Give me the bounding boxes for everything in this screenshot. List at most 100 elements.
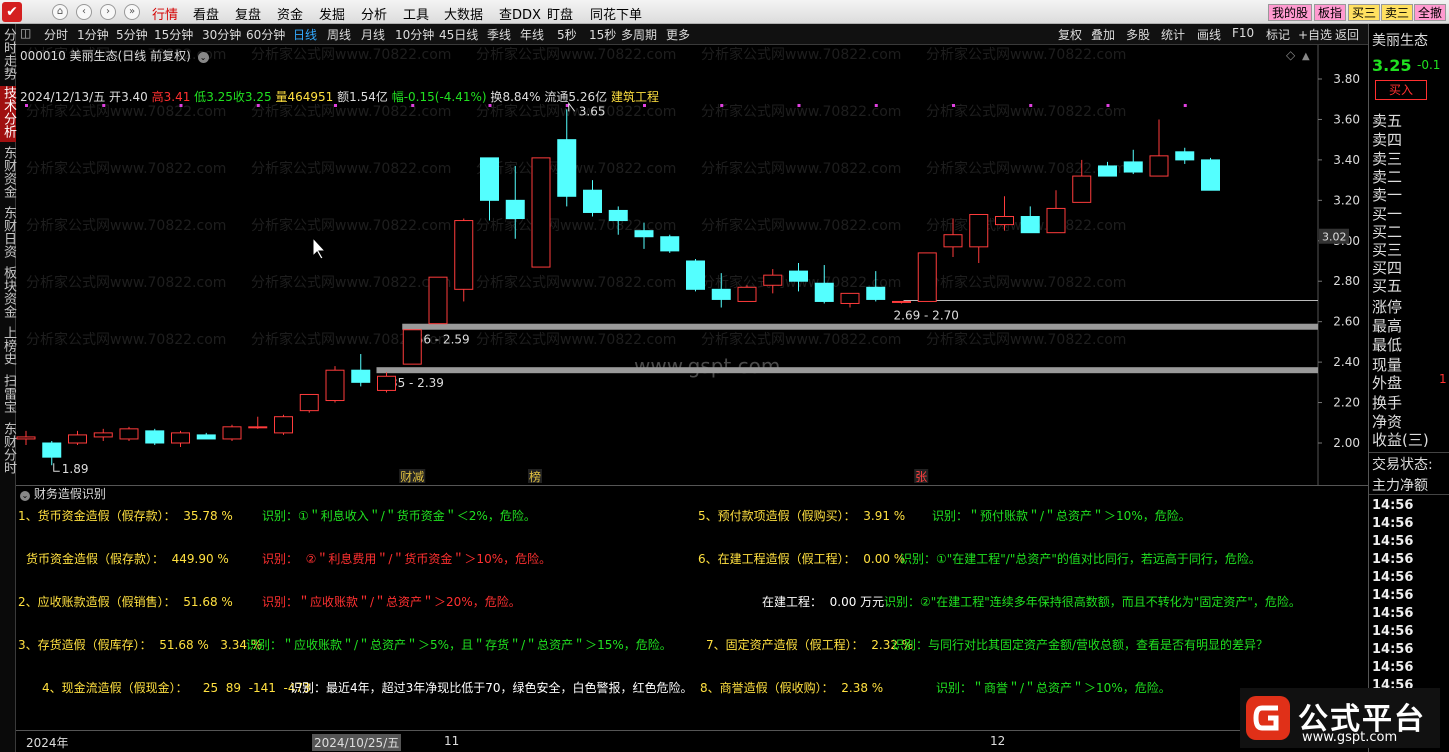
left-tab-6[interactable]: 扫雷宝 — [0, 374, 16, 418]
quick-button-2[interactable]: 买三 — [1348, 4, 1381, 21]
quick-button-0[interactable]: 我的股 — [1268, 4, 1313, 21]
candle-body[interactable] — [917, 252, 937, 302]
candle-body[interactable] — [1098, 165, 1117, 177]
forward-icon[interactable]: › — [100, 4, 116, 20]
period-item-12[interactable]: 年线 — [520, 26, 544, 43]
candle-body[interactable] — [634, 230, 654, 238]
signal-tag[interactable]: 财减 — [400, 470, 424, 484]
period-item-15[interactable]: 多周期 — [621, 26, 657, 43]
candle-body[interactable] — [222, 426, 242, 440]
candle-body[interactable] — [557, 139, 577, 197]
candle-body[interactable] — [248, 426, 268, 429]
period-item-16[interactable]: 更多 — [666, 26, 690, 43]
candle-body[interactable] — [119, 428, 139, 440]
candle-body[interactable] — [608, 209, 628, 222]
candle-body[interactable] — [1046, 207, 1066, 234]
candle-body[interactable] — [1201, 159, 1220, 191]
chart-tool-7[interactable]: +自选 — [1298, 26, 1332, 43]
menu-item-1[interactable]: 看盘 — [193, 4, 219, 23]
left-tab-0[interactable]: 分时走势 — [0, 28, 16, 84]
candle-body[interactable] — [531, 157, 551, 268]
candle-body[interactable] — [480, 157, 499, 201]
chart-tool-3[interactable]: 统计 — [1161, 26, 1185, 43]
candle-body[interactable] — [402, 329, 422, 365]
candle-body[interactable] — [995, 216, 1014, 226]
candle-body[interactable] — [814, 282, 834, 302]
candle-body[interactable] — [943, 234, 963, 248]
back-icon[interactable]: ‹ — [76, 4, 92, 20]
diamond-icon[interactable]: ◇ — [1286, 48, 1296, 62]
left-tab-5[interactable]: 上榜史 — [0, 326, 16, 370]
period-item-6[interactable]: 日线 — [293, 26, 317, 43]
chart-tool-6[interactable]: 标记 — [1266, 26, 1290, 43]
scroll-up-icon[interactable]: ▲ — [1302, 51, 1310, 62]
period-item-4[interactable]: 30分钟 — [202, 26, 241, 43]
candle-body[interactable] — [16, 436, 36, 440]
period-item-11[interactable]: 季线 — [487, 26, 511, 43]
candle-body[interactable] — [1020, 216, 1040, 234]
kline-chart[interactable]: 3.803.603.403.203.002.802.602.402.202.00… — [16, 45, 1368, 485]
candle-body[interactable] — [325, 369, 345, 402]
chart-tool-8[interactable]: 返回 — [1335, 26, 1359, 43]
menu-item-5[interactable]: 分析 — [361, 4, 387, 23]
candle-body[interactable] — [93, 432, 113, 438]
period-item-0[interactable]: 分时 — [44, 26, 68, 43]
candle-body[interactable] — [737, 286, 757, 302]
menu-item-7[interactable]: 大数据 — [444, 4, 483, 23]
sector-label[interactable]: 建筑工程 — [611, 90, 659, 104]
settings-dropdown-icon[interactable]: ⌄ — [197, 52, 209, 63]
toolbar-toggle-icon[interactable]: ◫ — [20, 26, 31, 40]
candle-body[interactable] — [196, 434, 216, 440]
refresh-icon[interactable]: » — [124, 4, 140, 20]
candle-body[interactable] — [789, 270, 808, 282]
candle-body[interactable] — [377, 375, 396, 391]
candle-body[interactable] — [42, 442, 62, 458]
left-tab-1[interactable]: 技术分析 — [0, 86, 16, 142]
candle-body[interactable] — [660, 236, 680, 252]
menu-item-3[interactable]: 资金 — [277, 4, 303, 23]
candle-body[interactable] — [840, 292, 860, 304]
home-icon[interactable]: ⌂ — [52, 4, 68, 20]
candle-body[interactable] — [1149, 155, 1169, 177]
candle-body[interactable] — [145, 430, 165, 444]
candle-body[interactable] — [299, 393, 319, 412]
chart-tool-4[interactable]: 画线 — [1197, 26, 1221, 43]
candle-body[interactable] — [1123, 161, 1143, 173]
candle-body[interactable] — [763, 274, 783, 286]
period-item-3[interactable]: 15分钟 — [154, 26, 193, 43]
quick-button-3[interactable]: 卖三 — [1381, 4, 1414, 21]
quick-button-1[interactable]: 板指 — [1314, 4, 1347, 21]
period-item-5[interactable]: 60分钟 — [246, 26, 285, 43]
signal-tag[interactable]: 榜 — [529, 469, 541, 484]
candle-body[interactable] — [866, 286, 886, 300]
period-item-8[interactable]: 月线 — [361, 26, 385, 43]
menu-item-9[interactable]: 盯盘 — [547, 4, 573, 23]
period-item-14[interactable]: 15秒 — [589, 26, 616, 43]
signal-tag[interactable]: 张 — [915, 470, 927, 484]
candle-body[interactable] — [583, 189, 602, 213]
candle-body[interactable] — [1072, 175, 1092, 203]
menu-item-2[interactable]: 复盘 — [235, 4, 261, 23]
chart-tool-5[interactable]: F10 — [1232, 26, 1254, 40]
quick-button-4[interactable]: 全撤 — [1414, 4, 1447, 21]
menu-item-6[interactable]: 工具 — [403, 4, 429, 23]
left-tab-7[interactable]: 东财分时 — [0, 422, 16, 478]
left-tab-3[interactable]: 东财日资 — [0, 206, 16, 262]
period-item-2[interactable]: 5分钟 — [116, 26, 148, 43]
menu-item-0[interactable]: 行情 — [152, 4, 178, 23]
candle-body[interactable] — [274, 416, 293, 434]
chart-tool-2[interactable]: 多股 — [1126, 26, 1150, 43]
period-item-13[interactable]: 5秒 — [557, 26, 577, 43]
period-item-7[interactable]: 周线 — [327, 26, 351, 43]
candle-body[interactable] — [454, 220, 474, 290]
candle-body[interactable] — [1175, 151, 1195, 161]
candle-body[interactable] — [171, 432, 190, 444]
candle-body[interactable] — [892, 300, 911, 303]
candle-body[interactable] — [68, 434, 87, 444]
period-item-1[interactable]: 1分钟 — [77, 26, 109, 43]
candle-body[interactable] — [686, 260, 705, 290]
app-logo[interactable]: ✔ — [2, 2, 22, 22]
left-tab-2[interactable]: 东财资金 — [0, 146, 16, 202]
chart-tool-0[interactable]: 复权 — [1058, 26, 1082, 43]
candle-body[interactable] — [428, 276, 448, 325]
